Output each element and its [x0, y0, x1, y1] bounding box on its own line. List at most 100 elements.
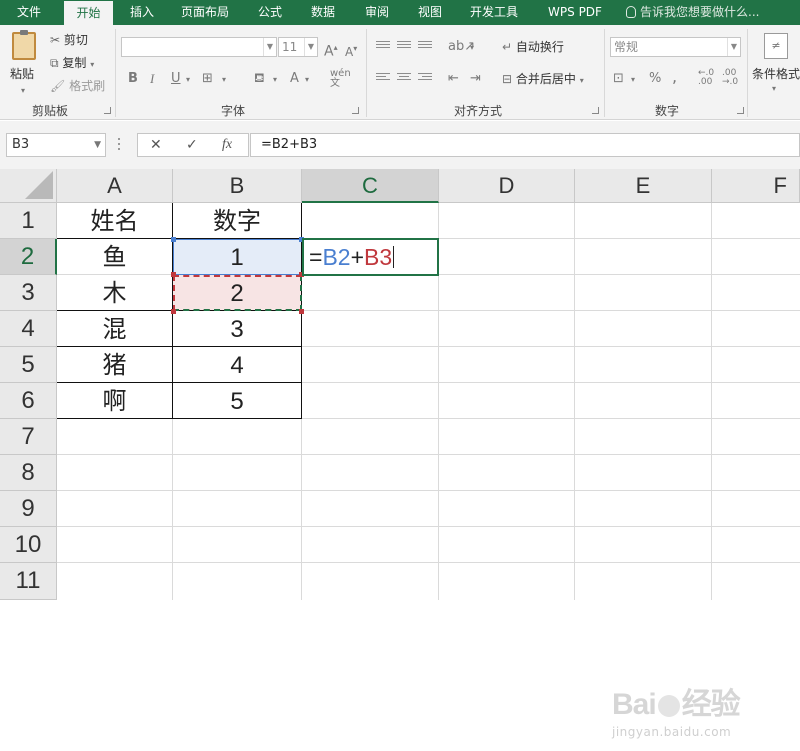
tab-page-layout[interactable]: 页面布局	[175, 0, 235, 25]
conditional-format-button[interactable]: 条件格式	[752, 66, 800, 82]
cell-a6[interactable]: 啊	[57, 383, 172, 419]
increase-decimal-icon[interactable]: ←.0.00	[698, 69, 714, 87]
row-header-5[interactable]: 5	[0, 347, 57, 383]
align-right-icon[interactable]	[418, 73, 432, 85]
align-center-icon[interactable]	[397, 73, 411, 85]
tab-data[interactable]: 数据	[303, 0, 343, 25]
paste-icon[interactable]	[12, 30, 36, 60]
align-middle-icon[interactable]	[397, 41, 411, 53]
cell-b4[interactable]: 3	[173, 312, 301, 348]
column-header-c[interactable]: C	[302, 169, 439, 203]
underline-dropdown-icon[interactable]: ▾	[186, 72, 190, 88]
formula-input[interactable]: =B2+B3	[250, 133, 800, 157]
tab-developer[interactable]: 开发工具	[463, 0, 525, 25]
formula-ref-b2: B2	[322, 244, 351, 270]
borders-dropdown-icon[interactable]: ▾	[222, 72, 226, 88]
cancel-icon[interactable]: ✕	[150, 137, 162, 153]
currency-dropdown-icon[interactable]: ▾	[631, 72, 635, 88]
row-header-11[interactable]: 11	[0, 563, 57, 600]
gridline	[57, 562, 800, 563]
select-all-button[interactable]	[0, 169, 57, 203]
borders-icon[interactable]: ⊞	[202, 71, 213, 87]
copy-button[interactable]: ⧉ 复制 ▾	[50, 55, 94, 73]
phonetic-icon[interactable]: wén 文	[330, 69, 351, 89]
merge-center-button[interactable]: ⊟ 合并后居中 ▾	[502, 71, 584, 89]
font-color-icon[interactable]: A	[290, 71, 299, 87]
fill-color-icon[interactable]: ⛾	[254, 71, 265, 87]
column-header-d[interactable]: D	[439, 169, 575, 203]
formula-equals: =	[309, 244, 323, 270]
cell-b5[interactable]: 4	[173, 348, 301, 384]
row-header-6[interactable]: 6	[0, 383, 57, 419]
tell-me-search[interactable]: 告诉我您想要做什么...	[626, 0, 759, 25]
row-header-4[interactable]: 4	[0, 311, 57, 347]
column-header-f[interactable]: F	[712, 169, 800, 203]
increase-indent-icon[interactable]: ⇥	[470, 71, 481, 87]
number-launcher-icon[interactable]	[737, 107, 744, 114]
row-header-9[interactable]: 9	[0, 491, 57, 527]
cell-a2[interactable]: 鱼	[57, 239, 172, 275]
row-header-1[interactable]: 1	[0, 203, 57, 239]
column-header-a[interactable]: A	[57, 169, 173, 203]
underline-button[interactable]: U	[171, 71, 181, 87]
fill-dropdown-icon[interactable]: ▾	[273, 72, 277, 88]
decrease-decimal-icon[interactable]: .00 →.0	[722, 69, 738, 87]
row-header-8[interactable]: 8	[0, 455, 57, 491]
currency-icon[interactable]: ⊡	[613, 71, 624, 87]
column-header-b[interactable]: B	[173, 169, 302, 203]
paste-button[interactable]: 粘贴	[10, 66, 34, 82]
wrap-text-button[interactable]: ↵ 自动换行	[502, 39, 564, 55]
tab-formulas[interactable]: 公式	[250, 0, 290, 25]
row-header-7[interactable]: 7	[0, 419, 57, 455]
font-launcher-icon[interactable]	[352, 107, 359, 114]
comma-button[interactable]: ,	[672, 69, 677, 85]
font-color-dropdown-icon[interactable]: ▾	[305, 72, 309, 88]
cell-b1[interactable]: 数字	[173, 204, 301, 238]
tab-review[interactable]: 审阅	[357, 0, 397, 25]
name-box[interactable]: B3 ▼	[6, 133, 106, 157]
insert-function-icon[interactable]: fx	[222, 137, 232, 153]
column-header-e[interactable]: E	[575, 169, 712, 203]
conditional-format-icon[interactable]: ≠	[764, 33, 788, 59]
cell-b6[interactable]: 5	[173, 384, 301, 420]
cell-a1[interactable]: 姓名	[57, 204, 172, 238]
font-name-select[interactable]: ▼	[121, 37, 277, 57]
align-left-icon[interactable]	[376, 73, 390, 85]
cell-b3[interactable]: 2	[173, 276, 301, 312]
decrease-indent-icon[interactable]: ⇤	[448, 71, 459, 87]
cell-b2[interactable]: 1	[173, 240, 301, 276]
format-painter-button[interactable]: 🖌 格式刷	[50, 78, 105, 94]
shrink-font-icon[interactable]: A▾	[345, 41, 357, 60]
tab-view[interactable]: 视图	[410, 0, 450, 25]
clipboard-launcher-icon[interactable]	[104, 107, 111, 114]
tab-wps-pdf[interactable]: WPS PDF	[538, 0, 612, 25]
align-top-icon[interactable]	[376, 41, 390, 53]
font-size-select[interactable]: 11 ▼	[278, 37, 318, 57]
cut-button[interactable]: ✂ 剪切	[50, 32, 88, 48]
number-format-select[interactable]: 常规 ▼	[610, 37, 741, 57]
tab-insert[interactable]: 插入	[122, 0, 162, 25]
paste-dropdown-icon[interactable]: ▾	[21, 83, 25, 99]
row-header-3[interactable]: 3	[0, 275, 57, 311]
bold-button[interactable]: B	[128, 71, 138, 87]
percent-button[interactable]: %	[649, 71, 661, 87]
row-header-10[interactable]: 10	[0, 527, 57, 563]
grow-font-icon[interactable]: A▴	[324, 40, 338, 60]
baidu-watermark: Bai 经验 jingyan.baidu.com	[612, 679, 787, 751]
enter-icon[interactable]: ✓	[186, 137, 198, 153]
italic-button[interactable]: I	[150, 71, 154, 87]
cell-a4[interactable]: 混	[57, 311, 172, 347]
alignment-launcher-icon[interactable]	[592, 107, 599, 114]
tab-home[interactable]: 开始	[64, 1, 113, 25]
tab-file[interactable]: 文件	[4, 0, 54, 25]
gridline	[711, 203, 712, 600]
conditional-dropdown-icon[interactable]: ▾	[772, 81, 776, 97]
cell-a3[interactable]: 木	[57, 275, 172, 311]
row-header-2[interactable]: 2	[0, 239, 57, 275]
cell-c2-editor[interactable]: =B2+B3	[302, 238, 439, 276]
text-caret	[393, 246, 395, 268]
cell-a5[interactable]: 猪	[57, 347, 172, 383]
orientation-dropdown-icon[interactable]: ▾	[470, 40, 474, 56]
align-bottom-icon[interactable]	[418, 41, 432, 53]
resize-handle-icon[interactable]	[118, 138, 122, 152]
